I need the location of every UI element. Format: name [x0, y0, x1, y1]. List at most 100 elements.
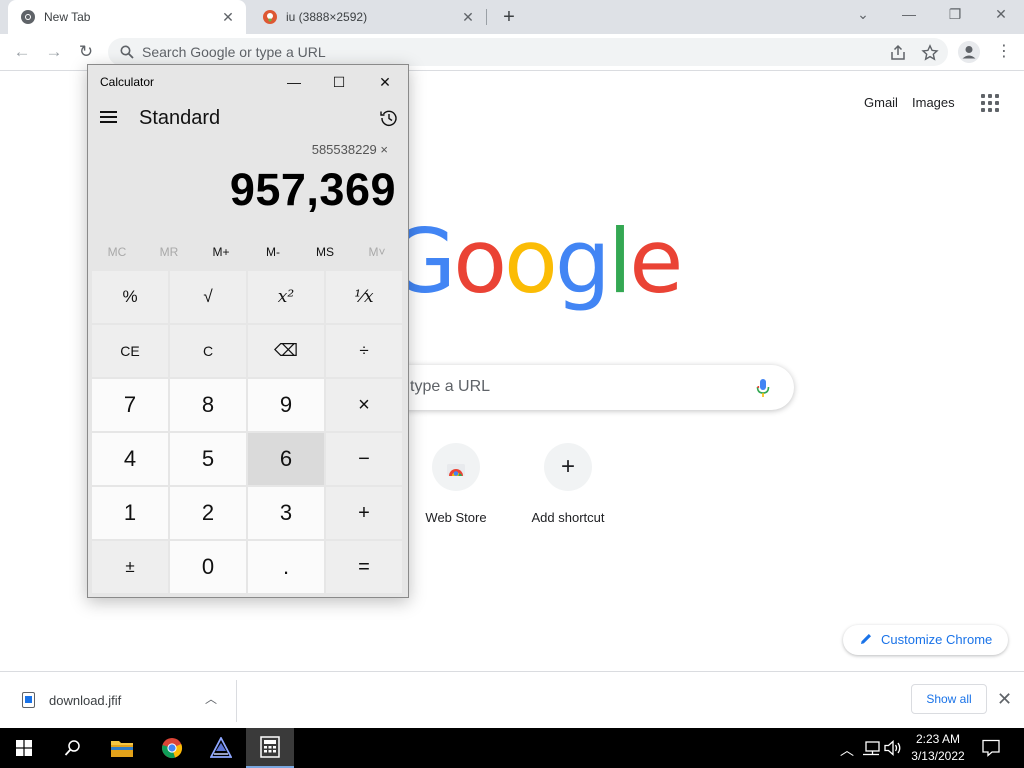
close-shelf-icon[interactable]: ✕ — [997, 689, 1012, 710]
duckduckgo-icon — [263, 10, 277, 24]
digit-7-button[interactable]: 7 — [92, 379, 168, 431]
digit-1-button[interactable]: 1 — [92, 487, 168, 539]
web-store-icon — [447, 464, 465, 476]
omnibox[interactable]: Search Google or type a URL — [108, 38, 948, 66]
equals-button[interactable]: = — [326, 541, 402, 593]
taskbar-search-button[interactable] — [48, 728, 96, 768]
digit-8-button[interactable]: 8 — [170, 379, 246, 431]
tab-image[interactable]: iu (3888×2592) ✕ — [250, 0, 486, 34]
shortcut-tile: + — [544, 443, 592, 491]
calculator-title: Calculator — [100, 75, 155, 89]
clear-button[interactable]: C — [170, 325, 246, 377]
expression-display: 585538229 × — [311, 142, 388, 157]
tab-search-button[interactable]: ⌄ — [840, 0, 886, 30]
digit-0-button[interactable]: 0 — [170, 541, 246, 593]
tab-new-tab[interactable]: New Tab ✕ — [8, 0, 246, 34]
close-button[interactable]: ✕ — [365, 69, 405, 95]
gmail-link[interactable]: Gmail — [864, 95, 898, 110]
logo-letter: g — [554, 210, 611, 313]
ntp-search-box[interactable]: type a URL — [360, 365, 794, 410]
minimize-button[interactable]: — — [274, 69, 314, 95]
bookmark-star-icon[interactable] — [921, 44, 939, 62]
digit-3-button[interactable]: 3 — [248, 487, 324, 539]
tab-close-icon[interactable]: ✕ — [220, 9, 236, 26]
volume-icon[interactable] — [884, 740, 902, 756]
calculator-title-bar[interactable]: Calculator — ☐ ✕ — [88, 65, 408, 97]
profile-avatar-icon[interactable] — [958, 41, 980, 63]
add-button[interactable]: + — [326, 487, 402, 539]
voice-search-mic-icon[interactable] — [756, 378, 770, 398]
close-button[interactable]: ✕ — [978, 0, 1024, 30]
google-apps-icon[interactable] — [981, 94, 999, 112]
square-root-button[interactable]: √ — [170, 271, 246, 323]
shortcut-add[interactable]: + Add shortcut — [512, 443, 624, 525]
multiply-button[interactable]: × — [326, 379, 402, 431]
customize-chrome-button[interactable]: Customize Chrome — [843, 625, 1008, 655]
clear-entry-button[interactable]: CE — [92, 325, 168, 377]
memory-clear-button[interactable]: MC — [91, 245, 143, 259]
omnibox-placeholder: Search Google or type a URL — [142, 44, 326, 60]
hamburger-menu-icon[interactable] — [100, 111, 118, 125]
digit-9-button[interactable]: 9 — [248, 379, 324, 431]
result-display: 957,369 — [229, 164, 396, 215]
system-clock[interactable]: 2:23 AM 3/13/2022 — [904, 731, 972, 765]
chrome-icon — [21, 10, 35, 24]
chevron-up-icon[interactable]: ︿ — [205, 690, 217, 707]
tab-separator — [486, 9, 487, 25]
tab-title: iu (3888×2592) — [286, 10, 368, 24]
shortcut-tile — [432, 443, 480, 491]
start-button[interactable] — [0, 728, 48, 768]
reload-icon[interactable]: ↻ — [74, 40, 98, 64]
notifications-icon[interactable] — [982, 739, 1000, 757]
memory-store-button[interactable]: MS — [299, 245, 351, 259]
tab-close-icon[interactable]: ✕ — [460, 9, 476, 26]
percent-button[interactable]: % — [92, 271, 168, 323]
chrome-icon — [162, 738, 183, 759]
negate-button[interactable]: ± — [92, 541, 168, 593]
new-tab-button[interactable]: + — [498, 6, 520, 28]
memory-subtract-button[interactable]: M- — [247, 245, 299, 259]
forward-icon[interactable]: → — [42, 40, 66, 64]
shortcut-web-store[interactable]: Web Store — [400, 443, 512, 525]
taskbar-app[interactable] — [197, 728, 245, 768]
network-icon[interactable] — [862, 741, 880, 756]
logo-letter: e — [629, 210, 683, 313]
taskbar-chrome[interactable] — [148, 728, 196, 768]
taskbar-file-explorer[interactable] — [98, 728, 146, 768]
chevron-up-icon[interactable]: ︿ — [840, 740, 854, 760]
maximize-button[interactable]: ☐ — [319, 69, 359, 95]
show-all-button[interactable]: Show all — [911, 684, 987, 714]
google-logo: Google — [388, 218, 683, 306]
back-icon[interactable]: ← — [10, 40, 34, 64]
calculator-mode-title: Standard — [139, 107, 221, 129]
logo-letter: o — [504, 210, 558, 313]
pencil-icon — [861, 634, 871, 644]
minimize-button[interactable]: — — [886, 0, 932, 30]
digit-4-button[interactable]: 4 — [92, 433, 168, 485]
backspace-button[interactable]: ⌫ — [248, 325, 324, 377]
square-button[interactable]: x² — [248, 271, 324, 323]
memory-add-button[interactable]: M+ — [195, 245, 247, 259]
reciprocal-button[interactable]: ¹⁄x — [326, 271, 402, 323]
tab-title: New Tab — [44, 10, 91, 24]
divide-button[interactable]: ÷ — [326, 325, 402, 377]
taskbar-calculator[interactable] — [246, 728, 294, 768]
digit-5-button[interactable]: 5 — [170, 433, 246, 485]
digit-2-button[interactable]: 2 — [170, 487, 246, 539]
windows-logo-icon — [16, 740, 32, 756]
logo-letter: l — [607, 210, 633, 313]
images-link[interactable]: Images — [912, 95, 955, 110]
share-icon[interactable] — [889, 44, 907, 62]
restore-button[interactable]: ❐ — [932, 0, 978, 30]
download-file-name[interactable]: download.jfif — [49, 693, 121, 708]
app-icon — [210, 737, 232, 758]
memory-recall-button[interactable]: MR — [143, 245, 195, 259]
digit-6-button[interactable]: 6 — [248, 433, 324, 485]
memory-list-button[interactable]: M˅ — [351, 245, 403, 259]
subtract-button[interactable]: − — [326, 433, 402, 485]
decimal-button[interactable]: . — [248, 541, 324, 593]
chrome-menu-icon[interactable]: ⋮ — [996, 42, 1012, 62]
history-icon[interactable] — [379, 108, 399, 128]
shortcut-label: Add shortcut — [531, 510, 605, 525]
calculator-icon — [260, 736, 280, 758]
